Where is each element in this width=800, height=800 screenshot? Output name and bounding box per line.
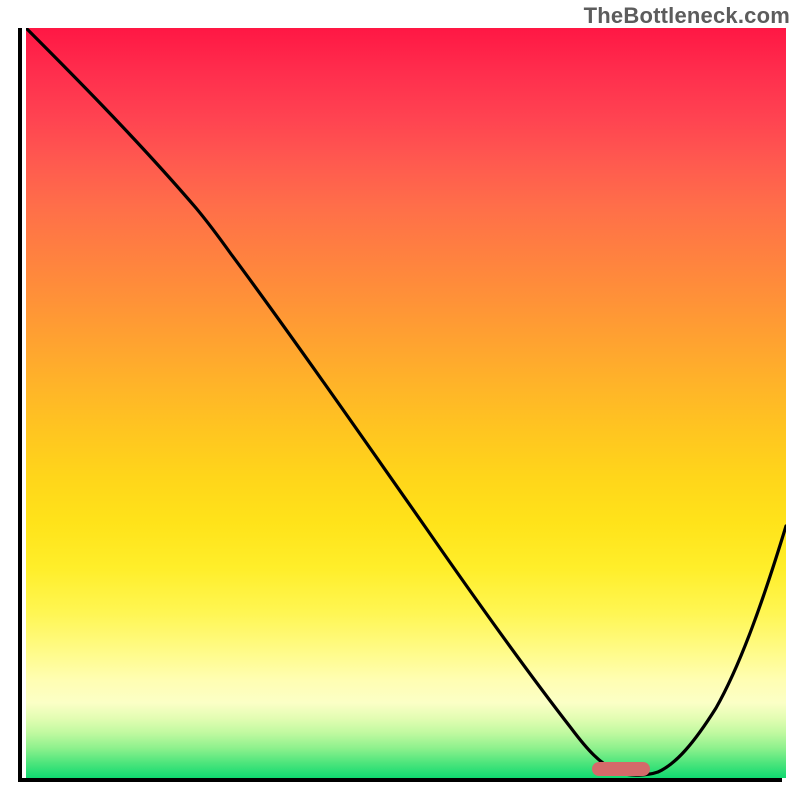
optimal-range-marker — [592, 762, 650, 776]
plot-area — [18, 28, 782, 782]
curve-path — [26, 28, 786, 775]
watermark-text: TheBottleneck.com — [584, 3, 790, 29]
bottleneck-curve — [26, 28, 786, 778]
